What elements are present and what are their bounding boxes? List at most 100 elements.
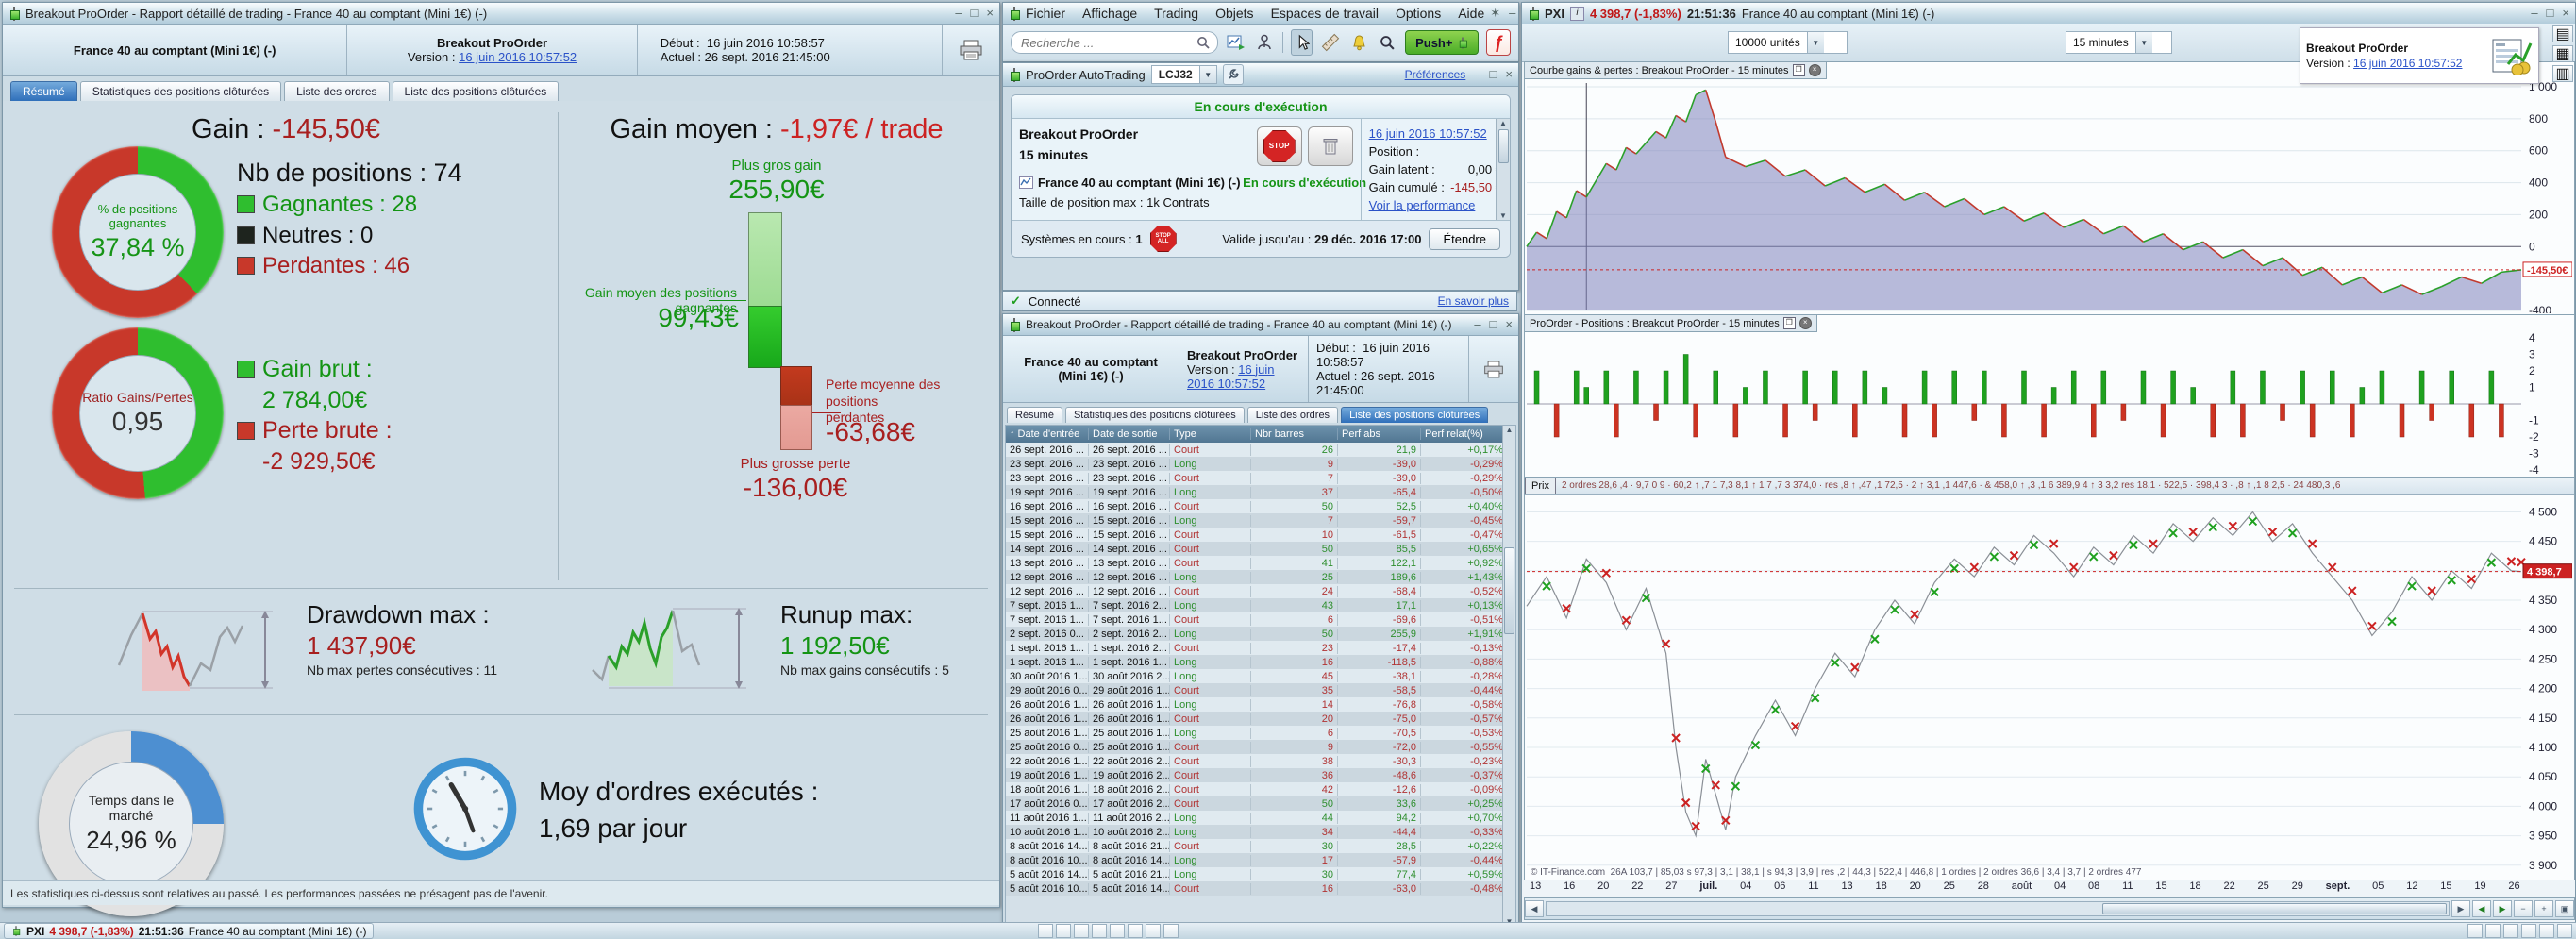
menu-4[interactable]: Espaces de travail (1271, 6, 1379, 21)
table-row[interactable]: 16 sept. 2016 ...16 sept. 2016 ...Court5… (1006, 499, 1515, 513)
table-row[interactable]: 10 août 2016 1...10 août 2016 2...Long34… (1006, 825, 1515, 839)
table-row[interactable]: 22 août 2016 1...22 août 2016 2...Court3… (1006, 754, 1515, 768)
table-row[interactable]: 17 août 2016 0...17 août 2016 2...Court5… (1006, 796, 1515, 811)
detach-icon[interactable]: ❐ (1793, 64, 1805, 76)
table-row[interactable]: 19 sept. 2016 ...19 sept. 2016 ...Long37… (1006, 485, 1515, 499)
tab-liste-ordres[interactable]: Liste des ordres (284, 81, 389, 101)
side-chart-icon[interactable]: ▥ (2552, 65, 2573, 82)
maximize-icon[interactable]: □ (1490, 65, 1497, 84)
equity-chart-panel[interactable]: Courbe gains & pertes : Breakout ProOrde… (1524, 61, 2575, 316)
close-icon[interactable]: × (1505, 315, 1513, 334)
positions-chart-tab[interactable]: ProOrder - Positions : Breakout ProOrder… (1525, 315, 1817, 332)
close-icon[interactable]: × (1799, 317, 1812, 329)
pin-icon[interactable]: ✶ (1490, 4, 1500, 23)
scroll-track[interactable] (1546, 901, 2450, 916)
autotrading-scrollbar[interactable]: ▲ ▼ (1496, 119, 1510, 220)
timeframe-select[interactable]: 15 minutes▼ (2066, 31, 2172, 54)
overlay-version-link[interactable]: 16 juin 2016 10:57:52 (2353, 57, 2462, 70)
zoom-tool-button[interactable] (1377, 30, 1397, 55)
menu-3[interactable]: Objets (1215, 6, 1253, 21)
toolbar-icon[interactable] (2467, 924, 2483, 938)
zoom-in-button[interactable]: + (2534, 900, 2553, 917)
chart-titlebar[interactable]: PXI i 4 398,7 (-1,83%) 21:51:36 France 4… (1522, 3, 2575, 25)
learn-more-link[interactable]: En savoir plus (1438, 294, 1509, 308)
table-row[interactable]: 12 sept. 2016 ...12 sept. 2016 ...Court2… (1006, 584, 1515, 598)
push-plus-button[interactable]: Push+ (1405, 30, 1479, 55)
account-select[interactable]: LCJ32▼ (1151, 65, 1217, 84)
minimize-icon[interactable]: – (1474, 65, 1480, 84)
table-row[interactable]: 26 août 2016 1...26 août 2016 1...Long14… (1006, 697, 1515, 712)
reset-view-button[interactable]: ▣ (2555, 900, 2574, 917)
tab-resume[interactable]: Résumé (10, 81, 77, 101)
report-window-titlebar[interactable]: Breakout ProOrder - Rapport détaillé de … (3, 3, 999, 25)
table-row[interactable]: 13 sept. 2016 ...13 sept. 2016 ...Court4… (1006, 556, 1515, 570)
toolbar-icon[interactable] (1163, 924, 1179, 938)
toolbar-icon[interactable] (2521, 924, 2536, 938)
toolbar-icon[interactable] (2557, 924, 2572, 938)
table-row[interactable]: 1 sept. 2016 1...1 sept. 2016 2...Court2… (1006, 641, 1515, 655)
table-row[interactable]: 18 août 2016 1...18 août 2016 2...Court4… (1006, 782, 1515, 796)
scroll-right-button[interactable]: ▶ (2451, 900, 2470, 917)
minimize-icon[interactable]: – (955, 4, 962, 23)
table-scrollbar[interactable]: ▲ ▼ (1502, 426, 1515, 926)
column-header[interactable]: Nbr barres (1251, 428, 1338, 440)
table-row[interactable]: 26 sept. 2016 ...26 sept. 2016 ...Court2… (1006, 443, 1515, 457)
detach-icon[interactable]: ❐ (1783, 317, 1796, 329)
tab-liste-positions[interactable]: Liste des positions clôturées (1341, 407, 1488, 423)
report2-titlebar[interactable]: Breakout ProOrder - Rapport détaillé de … (1003, 314, 1518, 336)
delete-system-button[interactable] (1308, 126, 1353, 166)
scroll-up-icon[interactable]: ▲ (1499, 119, 1507, 127)
autotrading-titlebar[interactable]: ProOrder AutoTrading LCJ32▼ Préférences … (1003, 63, 1518, 87)
toolbar-icon[interactable] (1038, 924, 1053, 938)
toolbar-icon[interactable] (1128, 924, 1143, 938)
table-row[interactable]: 8 août 2016 14...8 août 2016 21...Court3… (1006, 839, 1515, 853)
close-icon[interactable]: × (1809, 64, 1821, 76)
close-icon[interactable]: × (2562, 4, 2569, 23)
prorealtime-logo-icon[interactable]: ƒ (1486, 29, 1511, 56)
tab-statistiques[interactable]: Statistiques des positions clôturées (1065, 407, 1245, 423)
side-list-icon[interactable]: ▤ (2552, 25, 2573, 42)
maximize-icon[interactable]: □ (2547, 4, 2554, 23)
new-chart-button[interactable] (1226, 30, 1246, 55)
table-row[interactable]: 5 août 2016 10...5 août 2016 14...Court1… (1006, 881, 1515, 896)
table-row[interactable]: 8 août 2016 10...8 août 2016 14...Long17… (1006, 853, 1515, 867)
table-row[interactable]: 12 sept. 2016 ...12 sept. 2016 ...Long25… (1006, 570, 1515, 584)
equity-chart-tab[interactable]: Courbe gains & pertes : Breakout ProOrde… (1525, 62, 1827, 79)
toolbar-icon[interactable] (2503, 924, 2518, 938)
table-row[interactable]: 15 sept. 2016 ...15 sept. 2016 ...Court1… (1006, 528, 1515, 542)
table-row[interactable]: 15 sept. 2016 ...15 sept. 2016 ...Long7-… (1006, 513, 1515, 528)
maximize-icon[interactable]: □ (1490, 315, 1497, 334)
table-row[interactable]: 14 sept. 2016 ...14 sept. 2016 ...Court5… (1006, 542, 1515, 556)
menu-0[interactable]: Fichier (1026, 6, 1065, 21)
tab-liste-positions[interactable]: Liste des positions clôturées (393, 81, 560, 101)
table-row[interactable]: 25 août 2016 1...25 août 2016 1...Long6-… (1006, 726, 1515, 740)
column-header[interactable]: Type (1170, 428, 1251, 440)
minimize-icon[interactable]: – (1509, 4, 1515, 23)
tab-statistiques[interactable]: Statistiques des positions clôturées (80, 81, 281, 101)
positions-chart-panel[interactable]: ProOrder - Positions : Breakout ProOrder… (1524, 314, 2575, 478)
taskbar-item-pxi[interactable]: PXI 4 398,7 (-1,83%) 21:51:36 France 40 … (4, 923, 374, 939)
toolbar-icon[interactable] (2485, 924, 2501, 938)
table-header[interactable]: ↑ Date d'entréeDate de sortieTypeNbr bar… (1006, 426, 1515, 443)
menu-6[interactable]: Aide (1458, 6, 1484, 21)
close-icon[interactable]: × (1505, 65, 1513, 84)
price-chart-panel[interactable]: Prix 2 ordres 28,6 ,4 · 9,7 0 9 · 60,2 ↑… (1524, 477, 2575, 880)
minimize-icon[interactable]: – (2531, 4, 2537, 23)
pan-left-button[interactable]: ◀ (2472, 900, 2491, 917)
toolbar-icon[interactable] (1110, 924, 1125, 938)
tab-resume[interactable]: Résumé (1007, 407, 1062, 423)
toolbar-icon[interactable] (1146, 924, 1161, 938)
performance-report-icon[interactable] (2491, 36, 2533, 75)
performance-link[interactable]: Voir la performance (1369, 198, 1502, 212)
print-button[interactable] (943, 25, 999, 75)
alert-button[interactable] (1348, 30, 1369, 55)
minimize-icon[interactable]: – (1474, 315, 1480, 334)
side-grid-icon[interactable]: ▦ (2552, 45, 2573, 62)
table-row[interactable]: 7 sept. 2016 1...7 sept. 2016 2...Long43… (1006, 598, 1515, 612)
table-row[interactable]: 2 sept. 2016 0...2 sept. 2016 2...Long50… (1006, 627, 1515, 641)
stop-all-button[interactable]: STOP ALL (1150, 226, 1177, 252)
toolbar-icon[interactable] (1074, 924, 1089, 938)
toolbar-icon[interactable] (1092, 924, 1107, 938)
column-header[interactable]: Perf relat(%) (1421, 428, 1508, 440)
version-link[interactable]: 16 juin 2016 10:57:52 (459, 50, 577, 64)
